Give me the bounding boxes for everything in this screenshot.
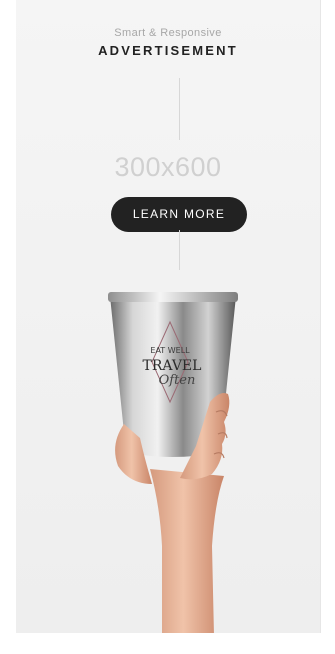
page: Smart & Responsive ADVERTISEMENT 300x600… [0,0,335,654]
cup-text-line3: Often [159,373,196,388]
ad-kicker: Smart & Responsive [114,27,222,39]
size-label: 300x600 [114,152,222,182]
cup-text-line2: TRAVEL [143,358,202,374]
divider-top [179,78,180,140]
arm [150,469,224,633]
product-image: EAT WELL TRAVEL Often [108,292,238,633]
divider-bottom [179,230,180,270]
advertisement-banner[interactable]: Smart & Responsive ADVERTISEMENT 300x600… [16,0,321,633]
cup-text-line1: EAT WELL [150,346,190,355]
ad-title: ADVERTISEMENT [98,43,238,58]
learn-more-button[interactable]: LEARN MORE [111,197,247,232]
